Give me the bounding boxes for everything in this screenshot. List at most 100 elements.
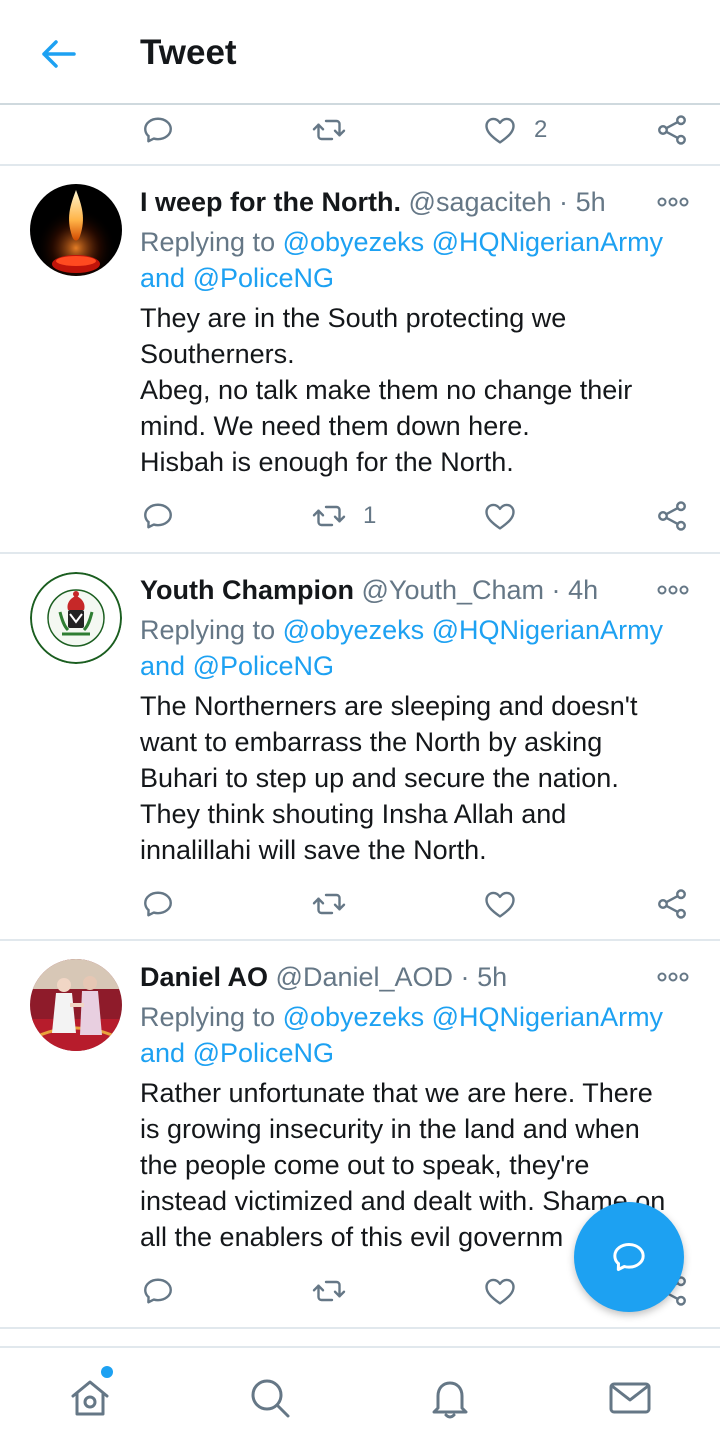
mention-link[interactable]: @HQNigerianArmy [432,615,663,645]
like-count: 2 [534,116,548,143]
mail-icon[interactable] [608,1376,652,1420]
mention-link[interactable]: @PoliceNG [193,263,334,293]
like-button[interactable] [482,492,518,540]
replying-to-label: Replying to [140,1002,276,1032]
share-icon [654,498,690,534]
replying-to-label: Replying to [140,227,276,257]
tweet-text-line: They think shouting Insha Allah and [140,799,567,829]
reply-icon [140,498,176,534]
like-button[interactable] [482,880,518,928]
display-name[interactable]: Youth Champion [140,575,354,605]
tweet-text: They are in the South protecting we Sout… [140,300,700,480]
more-icon[interactable] [656,192,690,212]
display-name[interactable]: Daniel AO [140,962,268,992]
replying-to-label: Replying to [140,615,276,645]
tweet-header: Youth Champion @Youth_Cham · 4h [140,572,598,608]
tweet-text-line: Rather unfortunate that we are here. The… [140,1078,653,1108]
like-icon [482,1273,518,1309]
replying-to: Replying to @obyezeks @HQNigerianArmy an… [140,999,700,1071]
more-icon[interactable] [656,580,690,600]
mention-and: and [140,1038,186,1068]
mention-link[interactable]: @obyezeks [283,227,424,257]
top-app-bar: Tweet [0,0,720,105]
compose-reply-button[interactable] [574,1202,684,1312]
tweet-text-line: Buhari to step up and secure the nation. [140,763,619,793]
retweet-icon [311,1273,347,1309]
tweet-action-bar: 1 [0,492,720,540]
avatar[interactable] [30,959,122,1051]
reply-button[interactable] [140,106,176,154]
tweet-text-line: want to embarrass the North by asking [140,727,603,757]
compose-reply-icon [613,1243,645,1271]
retweet-button[interactable] [311,106,347,154]
mention-link[interactable]: @obyezeks [283,1002,424,1032]
retweet-icon [311,498,347,534]
share-icon [654,112,690,148]
new-content-dot [101,1366,113,1378]
share-button[interactable] [654,106,690,154]
tweet-item[interactable]: I weep for the North. @sagaciteh · 5h Re… [0,166,720,552]
mention-and: and [140,651,186,681]
mention-link[interactable]: @obyezeks [283,615,424,645]
more-icon[interactable] [656,967,690,987]
mention-link[interactable]: @HQNigerianArmy [432,1002,663,1032]
tweet-text-line: the people come out to speak, they're [140,1150,590,1180]
tweet-text-line: is growing insecurity in the land and wh… [140,1114,640,1144]
like-button[interactable] [482,1267,518,1315]
tweet-text-line: Hisbah is enough for the North. [140,447,514,477]
avatar[interactable] [30,572,122,664]
retweet-button[interactable]: 1 [311,492,376,540]
mention-link[interactable]: @PoliceNG [193,1038,334,1068]
tweet-item[interactable]: Youth Champion @Youth_Cham · 4h Replying… [0,554,720,939]
back-arrow-icon[interactable] [36,34,80,74]
display-name[interactable]: I weep for the North. [140,187,401,217]
retweet-button[interactable] [311,1267,347,1315]
user-handle[interactable]: @sagaciteh [409,187,552,217]
timestamp: 5h [575,187,606,217]
page-title: Tweet [140,33,237,72]
reply-button[interactable] [140,492,176,540]
tweet-text-line: The Northerners are sleeping and doesn't [140,691,638,721]
separator-dot: · [551,575,561,605]
home-icon[interactable] [68,1376,112,1420]
next-tweet-peek [0,1330,720,1346]
search-icon[interactable] [248,1376,292,1420]
mention-link[interactable]: @HQNigerianArmy [432,227,663,257]
reply-button[interactable] [140,1267,176,1315]
tweet-action-bar: 2 [0,106,720,154]
tweet-text: The Northerners are sleeping and doesn't… [140,688,700,868]
timestamp: 4h [568,575,599,605]
tweet-header: I weep for the North. @sagaciteh · 5h [140,184,606,220]
tweet-text-line: mind. We need them down here. [140,411,530,441]
tweet-text-line: Abeg, no talk make them no change their [140,375,633,405]
like-icon [482,886,518,922]
user-handle[interactable]: @Youth_Cham [362,575,545,605]
share-button[interactable] [654,492,690,540]
reply-icon [140,1273,176,1309]
retweet-icon [311,112,347,148]
share-icon [654,886,690,922]
tweet-text-line: innalillahi will save the North. [140,835,487,865]
user-handle[interactable]: @Daniel_AOD [276,962,453,992]
tweet-header: Daniel AO @Daniel_AOD · 5h [140,959,507,995]
mention-link[interactable]: @PoliceNG [193,651,334,681]
like-icon [482,498,518,534]
bell-icon[interactable] [428,1376,472,1420]
retweet-button[interactable] [311,880,347,928]
like-button[interactable]: 2 [482,106,547,154]
tweet-text-line: Southerners. [140,339,295,369]
divider [0,1327,720,1329]
tweet-action-bar [0,880,720,928]
reply-icon [140,886,176,922]
retweet-count: 1 [363,502,377,529]
separator-dot: · [460,962,470,992]
share-button[interactable] [654,880,690,928]
retweet-icon [311,886,347,922]
timestamp: 5h [477,962,508,992]
like-icon [482,112,518,148]
separator-dot: · [559,187,569,217]
reply-button[interactable] [140,880,176,928]
avatar[interactable] [30,184,122,276]
replying-to: Replying to @obyezeks @HQNigerianArmy an… [140,612,700,684]
tweet-text-line: They are in the South protecting we [140,303,567,333]
